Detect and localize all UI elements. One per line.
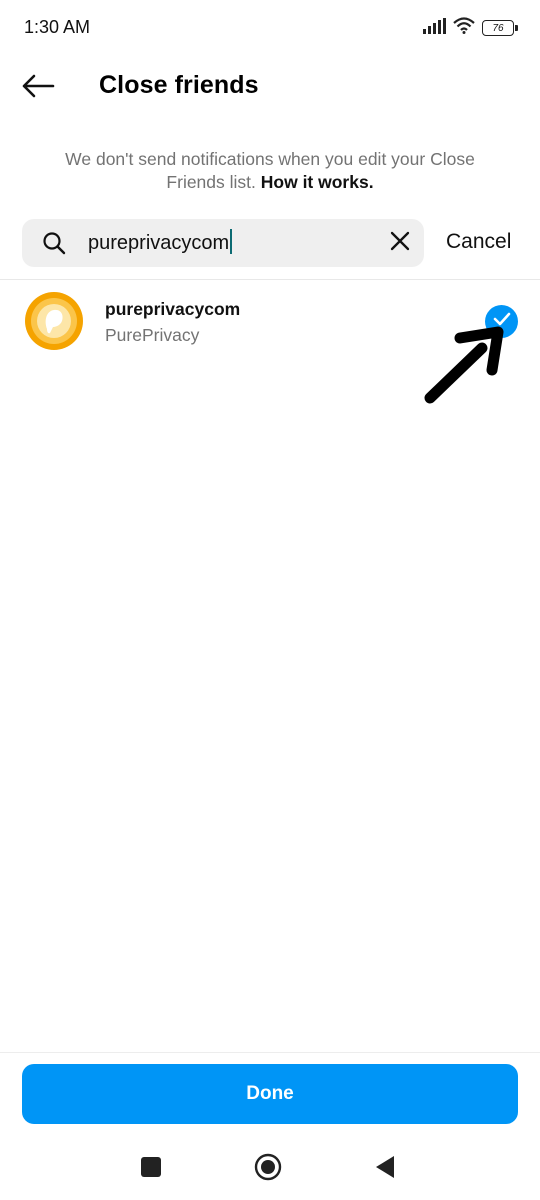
done-button[interactable]: Done (22, 1064, 518, 1124)
arrow-left-icon (21, 74, 55, 103)
search-box[interactable]: pureprivacycom (22, 219, 424, 267)
avatar (24, 291, 84, 351)
triangle-back-icon (374, 1155, 396, 1184)
search-value: pureprivacycom (88, 232, 230, 254)
annotation-arrow-icon (420, 324, 510, 408)
search-input[interactable]: pureprivacycom (88, 219, 378, 267)
info-text: We don't send notifications when you edi… (40, 148, 500, 194)
footer-divider (0, 1052, 540, 1053)
cancel-button[interactable]: Cancel (446, 230, 511, 254)
back-nav-button[interactable] (370, 1154, 400, 1184)
back-button[interactable] (18, 70, 58, 106)
status-icons: 76 (422, 17, 518, 39)
text-caret (230, 229, 233, 255)
full-name: PurePrivacy (105, 325, 200, 345)
username: pureprivacycom (105, 299, 241, 319)
system-nav-bar (0, 1140, 540, 1200)
status-bar: 1:30 AM 76 (0, 0, 540, 54)
signal-icon (422, 17, 446, 39)
search-icon (42, 231, 66, 255)
square-icon (140, 1156, 162, 1183)
clear-search-button[interactable] (388, 231, 412, 255)
recent-apps-button[interactable] (136, 1154, 166, 1184)
close-icon (390, 231, 410, 256)
home-circle-icon (254, 1153, 282, 1186)
header: Close friends (0, 54, 540, 120)
status-time: 1:30 AM (24, 17, 91, 37)
divider (0, 279, 540, 280)
battery-icon: 76 (482, 20, 518, 36)
home-button[interactable] (253, 1153, 283, 1186)
wifi-icon (453, 17, 475, 39)
how-it-works-link[interactable]: How it works. (261, 172, 374, 192)
page-title: Close friends (99, 71, 259, 99)
